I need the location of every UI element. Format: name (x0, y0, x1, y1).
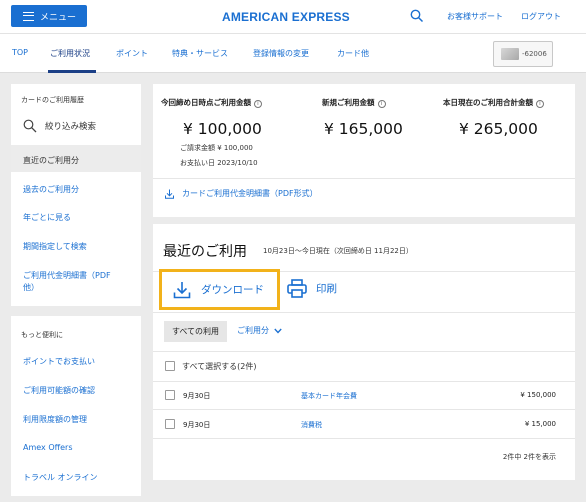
sidebar-item-statement-cont[interactable]: 他） (23, 282, 39, 293)
payment-date: お支払い日 2023/10/10 (180, 159, 258, 167)
card-number: -62006 (522, 50, 547, 58)
row-amount: ¥ 150,000 (520, 391, 556, 399)
filter-search-button[interactable]: 絞り込み検索 (23, 119, 96, 133)
divider (153, 381, 575, 382)
divider (153, 178, 575, 179)
nav-cards[interactable]: カード他 (337, 48, 369, 59)
top-bar: メニュー AMERICAN EXPRESS お客様サポート ログアウト (0, 0, 586, 33)
search-icon[interactable] (410, 9, 424, 23)
info-icon[interactable]: i (536, 100, 544, 108)
sidebar-item-travel[interactable]: トラベル オンライン (23, 472, 98, 483)
print-button[interactable]: 印刷 (287, 279, 337, 298)
nav-points[interactable]: ポイント (116, 48, 148, 59)
brand-logo[interactable]: AMERICAN EXPRESS (222, 10, 350, 24)
closing-amount: ¥ 100,000 (183, 120, 262, 138)
sidebar-item-yearly[interactable]: 年ごとに見る (23, 212, 71, 223)
print-label: 印刷 (316, 283, 337, 295)
sidebar-section-title: カードのご利用履歴 (21, 96, 84, 104)
summary-col1-title: 今回締め日時点ご利用金額 i (161, 97, 262, 108)
row-date: 9月30日 (183, 392, 211, 400)
tab-all-usage[interactable]: すべての利用 (164, 321, 227, 342)
row-description[interactable]: 基本カード年会費 (301, 391, 357, 401)
summary-col2-title: 新規ご利用金額 i (322, 97, 386, 108)
search-icon (23, 119, 37, 133)
summary-col3-title: 本日現在のご利用合計金額 i (443, 97, 544, 108)
recent-period: 10月23日～今日現在（次回締め日 11月22日） (263, 247, 413, 255)
row-amount: ¥ 15,000 (524, 420, 556, 428)
nav-active-indicator (48, 70, 96, 73)
statement-pdf-link[interactable]: カードご利用代金明細書（PDF形式） (165, 188, 318, 199)
sidebar-item-limit[interactable]: 利用限度額の管理 (23, 414, 87, 425)
download-icon (165, 189, 174, 199)
new-amount: ¥ 165,000 (324, 120, 403, 138)
recent-usage-panel: 最近のご利用 10月23日～今日現在（次回締め日 11月22日） ダウンロード … (153, 224, 575, 480)
nav-usage[interactable]: ご利用状況 (50, 48, 90, 59)
sidebar-more: もっと便利に ポイントでお支払い ご利用可能額の確認 利用限度額の管理 Amex… (11, 316, 141, 496)
sidebar-item-available-amount[interactable]: ご利用可能額の確認 (23, 385, 95, 396)
support-link[interactable]: お客様サポート (447, 11, 503, 22)
row-description[interactable]: 消費税 (301, 420, 322, 430)
nav-profile[interactable]: 登録情報の変更 (253, 48, 309, 59)
sidebar-usage-history: カードのご利用履歴 絞り込み検索 直近のご利用分 過去のご利用分 年ごとに見る … (11, 84, 141, 306)
total-amount: ¥ 265,000 (459, 120, 538, 138)
chevron-down-icon (274, 328, 282, 333)
info-icon[interactable]: i (377, 100, 386, 108)
usage-summary-panel: 今回締め日時点ご利用金額 i 新規ご利用金額 i 本日現在のご利用合計金額 i ¥ 1… (153, 84, 575, 217)
nav-top[interactable]: TOP (12, 48, 28, 57)
sidebar-item-recent[interactable]: 直近のご利用分 (23, 155, 79, 166)
sidebar-item-statement[interactable]: ご利用代金明細書（PDF (23, 270, 111, 281)
sidebar-item-period[interactable]: 期間指定して検索 (23, 241, 87, 252)
select-all-label: すべて選択する(2件) (182, 362, 257, 371)
sidebar-item-amex-offers[interactable]: Amex Offers (23, 443, 73, 452)
divider (153, 438, 575, 439)
download-button[interactable]: ダウンロード (159, 269, 280, 310)
download-label: ダウンロード (201, 284, 264, 296)
row-checkbox[interactable] (165, 419, 175, 429)
sidebar-item-past[interactable]: 過去のご利用分 (23, 184, 79, 195)
download-icon (173, 281, 191, 298)
divider (153, 312, 575, 313)
billing-amount: ご請求金額 ¥ 100,000 (180, 144, 253, 152)
tab-usage-label: ご利用分 (237, 326, 269, 335)
menu-button[interactable]: メニュー (11, 5, 87, 27)
main-nav: TOP ご利用状況 ポイント 特典・サービス 登録情報の変更 カード他 -620… (0, 33, 586, 73)
sidebar-section-title-2: もっと便利に (21, 331, 63, 339)
logout-link[interactable]: ログアウト (521, 11, 561, 22)
divider (153, 351, 575, 352)
tab-usage-filter[interactable]: ご利用分 (237, 325, 282, 336)
select-all-checkbox[interactable] (165, 361, 175, 371)
pdf-link-label: カードご利用代金明細書（PDF形式） (182, 189, 318, 198)
hamburger-icon (23, 11, 34, 21)
divider (153, 409, 575, 410)
recent-title: 最近のご利用 (163, 244, 247, 260)
sidebar-item-points-payment[interactable]: ポイントでお支払い (23, 356, 95, 367)
printer-icon (287, 279, 307, 298)
nav-benefits[interactable]: 特典・サービス (172, 48, 228, 59)
menu-label: メニュー (40, 12, 77, 23)
row-date: 9月30日 (183, 421, 211, 429)
row-checkbox[interactable] (165, 390, 175, 400)
info-icon[interactable]: i (254, 100, 262, 108)
filter-label: 絞り込み検索 (45, 122, 97, 132)
card-selector[interactable]: -62006 (493, 41, 553, 67)
card-thumbnail-icon (501, 48, 519, 60)
pagination-info: 2件中 2件を表示 (502, 453, 556, 461)
